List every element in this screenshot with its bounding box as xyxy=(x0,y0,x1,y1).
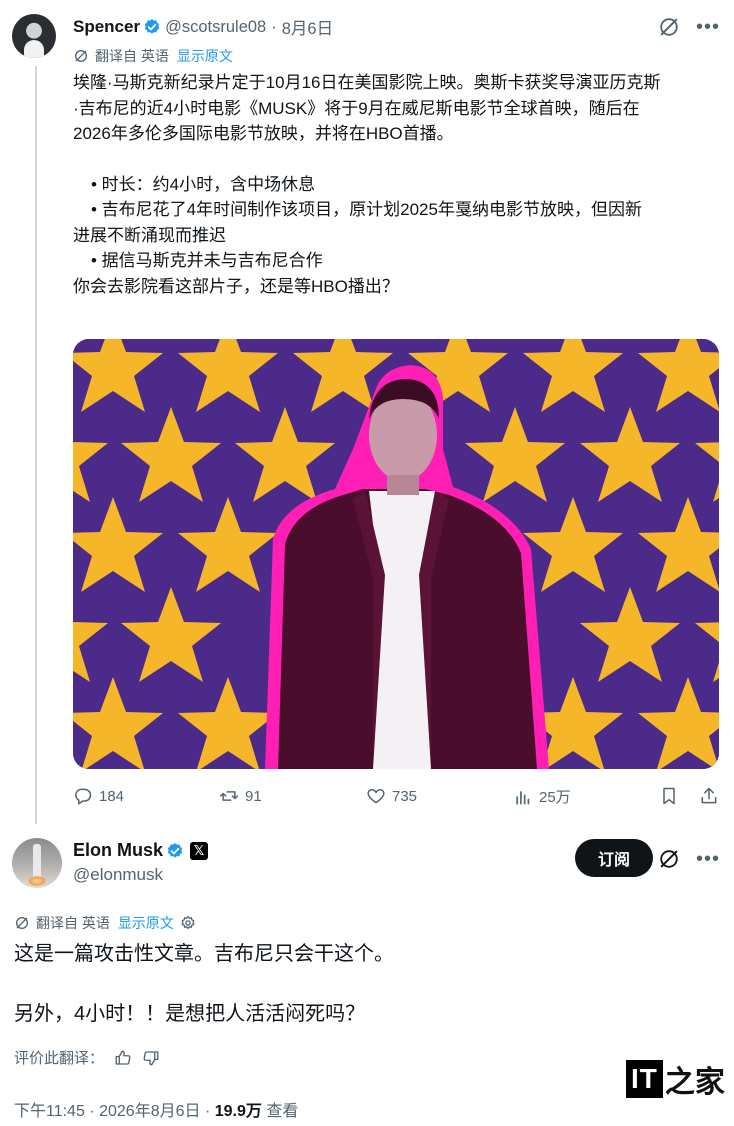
grok-icon[interactable] xyxy=(658,16,680,38)
like-button[interactable]: 735 xyxy=(366,786,417,806)
body-line: ·吉布尼的近4小时电影《MUSK》将于9月在威尼斯电影节全球首映，随后在 xyxy=(73,98,640,118)
views-label: 查看 xyxy=(266,1103,299,1120)
avatar[interactable] xyxy=(12,838,62,888)
bullet-item: • 时长：约4小时，含中场休息 xyxy=(91,174,316,194)
more-options-icon[interactable]: ••• xyxy=(696,849,720,869)
verified-badge-icon xyxy=(144,19,160,34)
post-text: 这是一篇攻击性文章。吉布尼只会干这个。 另外，4小时！！是想把人活活闷死吗？ xyxy=(14,939,714,1029)
reply-icon xyxy=(75,788,92,805)
views-button[interactable]: 25万 xyxy=(513,786,571,807)
body-paragraph: 这是一篇攻击性文章。吉布尼只会干这个。 xyxy=(14,943,394,965)
show-original-link[interactable]: 显示原文 xyxy=(118,913,174,933)
grok-icon[interactable] xyxy=(658,848,680,870)
post-meta: 下午11:45 · 2026年8月6日 · 19.9万 查看 xyxy=(14,1097,298,1121)
translated-from-label: 翻译自 英语 xyxy=(95,48,169,64)
view-count: 25万 xyxy=(539,789,571,806)
post-top-actions: ••• xyxy=(658,16,720,38)
thread-connector xyxy=(35,66,37,824)
gear-icon[interactable] xyxy=(180,915,196,931)
grok-icon xyxy=(16,917,28,929)
post-header: Spencer @scotsrule08 · 8月6日 xyxy=(73,15,333,39)
show-original-link[interactable]: 显示原文 xyxy=(177,46,233,66)
body-line: 2026年多伦多国际电影节放映，并将在HBO首播。 xyxy=(73,124,454,143)
post-time[interactable]: 下午11:45 xyxy=(14,1103,85,1120)
post-date[interactable]: 8月6日 xyxy=(282,15,333,39)
star-poster-illustration xyxy=(73,339,719,769)
post-date[interactable]: 2026年8月6日 xyxy=(99,1103,200,1120)
bullet-item-continued: 进展不断涌现而推迟 xyxy=(73,225,226,245)
body-paragraph: 另外，4小时！！是想把人活活闷死吗？ xyxy=(14,1003,366,1025)
separator-dot: · xyxy=(89,1103,95,1120)
bullet-list: • 时长：约4小时，含中场休息 • 吉布尼花了4年时间制作该项目，原计划2025… xyxy=(73,172,718,274)
post-question: 你会去影院看这部片子，还是等HBO播出？ xyxy=(73,276,399,296)
rate-translation-label: 评价此翻译： xyxy=(14,1050,105,1067)
author-name[interactable]: Elon Musk xyxy=(73,840,163,861)
repost-count: 91 xyxy=(245,787,262,805)
translation-notice: 翻译自 英语 显示原文 xyxy=(14,913,196,933)
post-text: 埃隆·马斯克新纪录片定于10月16日在美国影院上映。奥斯卡获奖导演亚历克斯 ·吉… xyxy=(73,70,718,299)
reply-button[interactable]: 184 xyxy=(73,786,124,806)
watermark-text: 之家 xyxy=(664,1065,725,1100)
translation-notice: 翻译自 英语 显示原文 xyxy=(73,46,233,66)
subscribe-button[interactable]: 订阅 xyxy=(575,839,653,877)
watermark-logo: IT xyxy=(626,1060,663,1098)
heart-icon xyxy=(367,788,385,804)
rocket-image xyxy=(33,844,41,878)
author-name[interactable]: Spencer xyxy=(73,17,140,37)
verified-badge-icon xyxy=(167,842,183,858)
more-options-icon[interactable]: ••• xyxy=(696,17,720,37)
repost-button[interactable]: 91 xyxy=(219,786,262,806)
avatar[interactable] xyxy=(12,14,56,58)
author-handle[interactable]: @scotsrule08 xyxy=(165,18,266,37)
bullet-item: • 据信马斯克并未与吉布尼合作 xyxy=(91,251,323,270)
view-count: 19.9万 xyxy=(214,1103,262,1120)
ithome-watermark: IT 之家 xyxy=(626,1057,725,1101)
bookmark-button[interactable] xyxy=(659,786,679,806)
grok-icon xyxy=(75,50,87,62)
post-image[interactable] xyxy=(73,339,719,769)
separator-dot: · xyxy=(271,17,277,36)
post-header: Elon Musk 𝕏 xyxy=(73,840,209,861)
reply-count: 184 xyxy=(99,787,125,805)
author-handle[interactable]: @elonmusk xyxy=(73,865,163,885)
body-line: 埃隆·马斯克新纪录片定于10月16日在美国影院上映。奥斯卡获奖导演亚历克斯 xyxy=(73,73,661,92)
rate-translation: 评价此翻译： xyxy=(14,1047,160,1068)
share-button[interactable] xyxy=(699,786,719,806)
like-count: 735 xyxy=(392,787,418,805)
bullet-item: • 吉布尼花了4年时间制作该项目，原计划2025年戛纳电影节放映，但因新 xyxy=(91,200,642,219)
rocket-flame xyxy=(28,876,46,886)
thumbs-down-icon[interactable] xyxy=(142,1049,160,1067)
translated-from-label: 翻译自 英语 xyxy=(36,915,110,931)
repost-icon xyxy=(219,791,239,801)
separator-dot: · xyxy=(204,1103,211,1120)
bookmark-icon xyxy=(663,787,675,805)
x-affiliate-badge[interactable]: 𝕏 xyxy=(190,841,209,860)
share-icon xyxy=(701,787,717,804)
post-actions: 184 91 735 25万 xyxy=(73,786,719,810)
thumbs-up-icon[interactable] xyxy=(114,1049,132,1067)
analytics-icon xyxy=(516,790,530,804)
post-top-actions: ••• xyxy=(658,848,720,870)
